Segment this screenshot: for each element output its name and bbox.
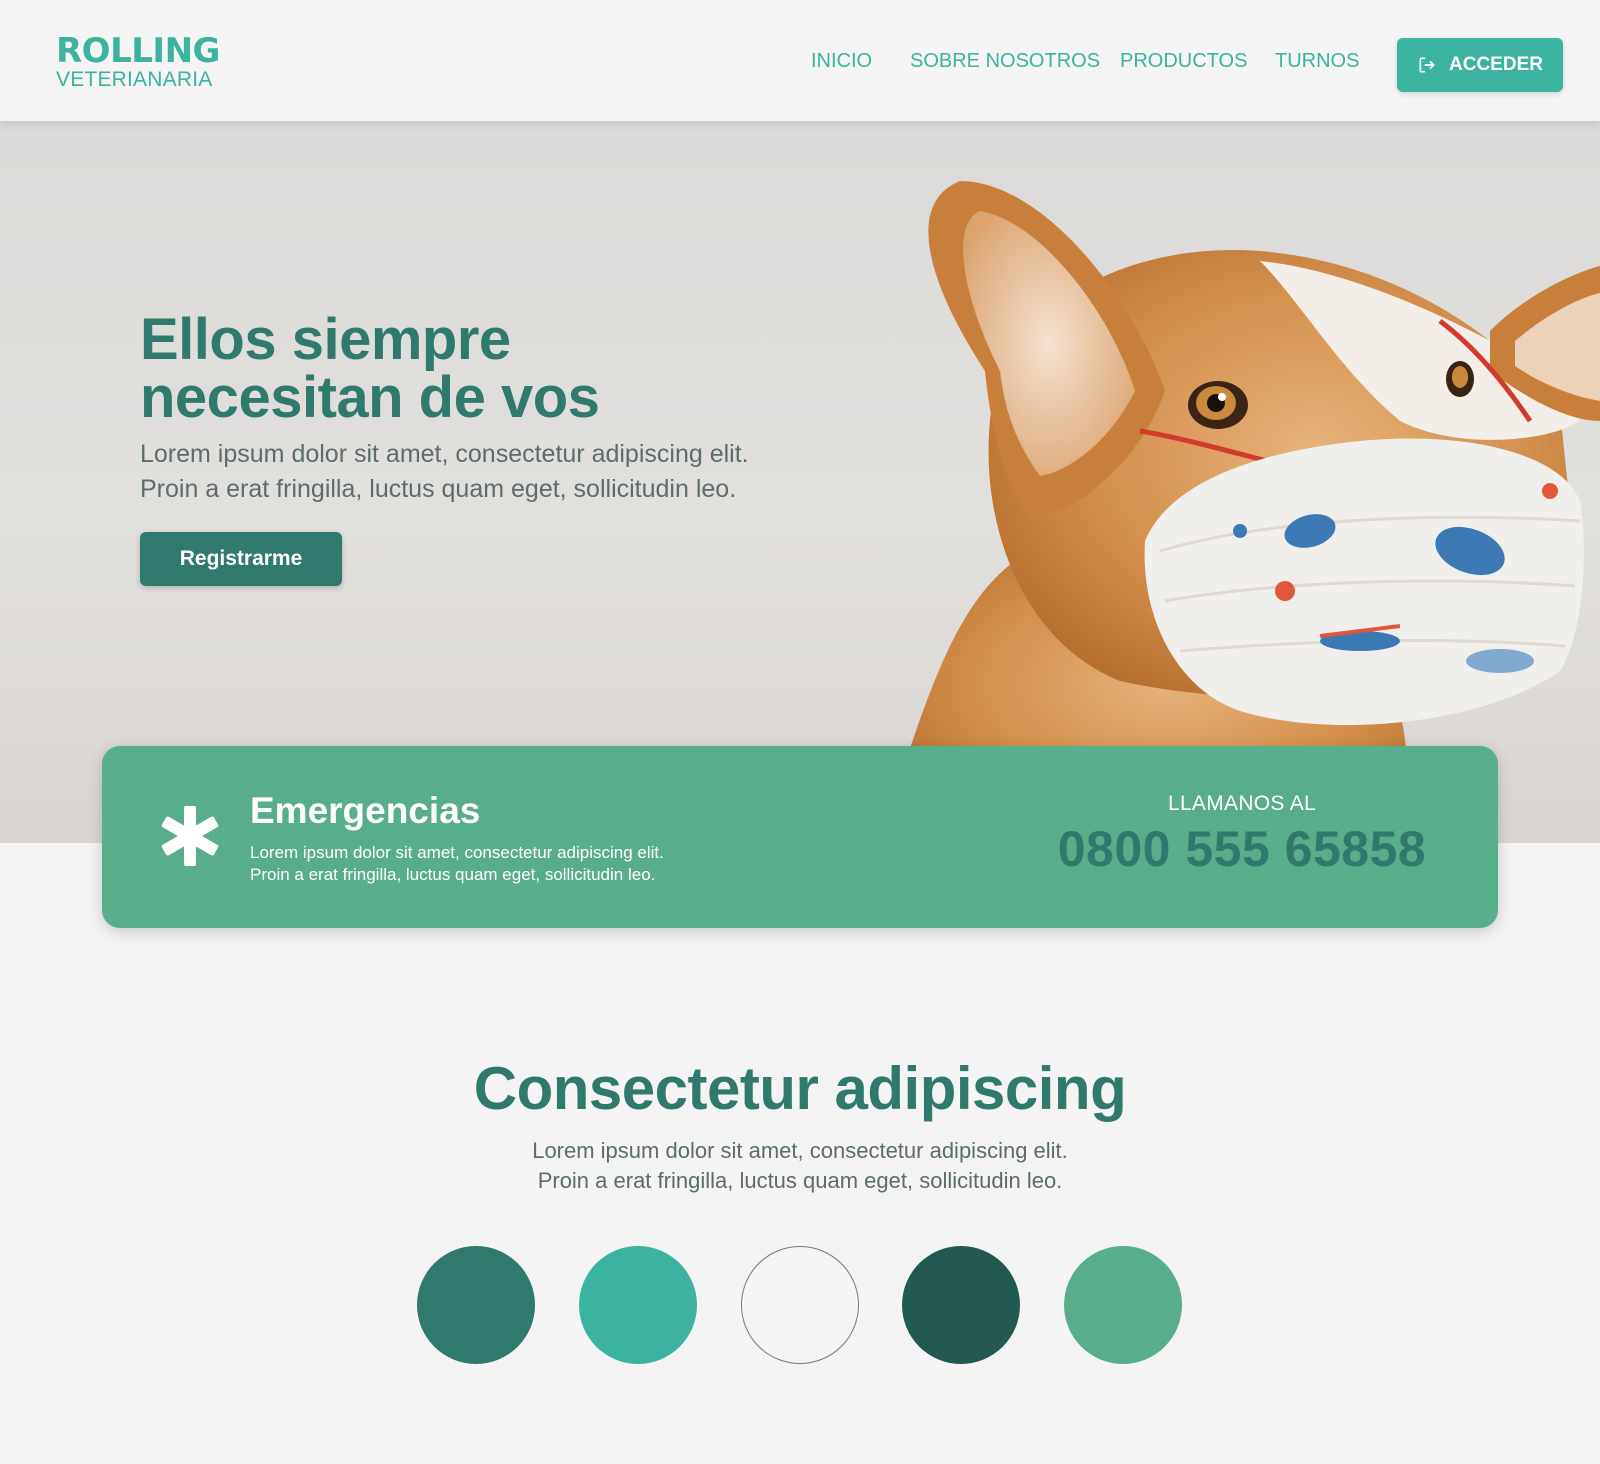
hero-description: Lorem ipsum dolor sit amet, consectetur … <box>140 437 820 507</box>
hero-title-line-2: necesitan de vos <box>140 365 600 430</box>
nav-link-inicio[interactable]: INICIO <box>811 50 872 73</box>
palette-swatch-3 <box>741 1246 859 1364</box>
asterisk-icon <box>161 806 219 866</box>
hero-section: Ellos siempre necesitan de vos Lorem ips… <box>0 121 1600 843</box>
hero-dog-photo <box>880 181 1600 843</box>
section-text-line-2: Proin a erat fringilla, luctus quam eget… <box>537 1168 1063 1193</box>
emergency-title: Emergencias <box>250 790 481 831</box>
section-title: Consectetur adipiscing <box>473 1055 1127 1122</box>
palette-swatch-2 <box>579 1246 697 1364</box>
nav-link-productos[interactable]: PRODUCTOS <box>1120 50 1247 73</box>
hero-title-line-1: Ellos siempre <box>140 307 511 372</box>
hero-text-line-1: Lorem ipsum dolor sit amet, consectetur … <box>140 440 749 468</box>
login-arrow-icon <box>1419 57 1435 73</box>
palette-swatch-4 <box>902 1246 1020 1364</box>
emergency-text-line-2: Proin a erat fringilla, luctus quam eget… <box>250 865 656 884</box>
emergency-phone-number[interactable]: 0800 555 65858 <box>1002 820 1482 878</box>
register-button[interactable]: Registrarme <box>140 532 342 586</box>
login-button-label: ACCEDER <box>1449 54 1543 75</box>
nav-link-sobre-nosotros[interactable]: SOBRE NOSOTROS <box>910 50 1100 73</box>
hero-title: Ellos siempre necesitan de vos <box>140 311 780 427</box>
main-nav: INICIO SOBRE NOSOTROS PRODUCTOS TURNOS <box>0 50 1600 80</box>
section-text-line-1: Lorem ipsum dolor sit amet, consectetur … <box>532 1138 1068 1163</box>
section-description: Lorem ipsum dolor sit amet, consectetur … <box>400 1136 1200 1196</box>
site-header: ROLLING VETERIANARIA INICIO SOBRE NOSOTR… <box>0 0 1600 121</box>
nav-link-turnos[interactable]: TURNOS <box>1275 50 1359 73</box>
palette-swatch-1 <box>417 1246 535 1364</box>
emergency-text-line-1: Lorem ipsum dolor sit amet, consectetur … <box>250 843 664 862</box>
palette-swatch-5 <box>1064 1246 1182 1364</box>
call-label: LLAMANOS AL <box>1167 792 1317 815</box>
hero-text-line-2: Proin a erat fringilla, luctus quam eget… <box>140 475 737 503</box>
color-palette <box>0 1246 1600 1366</box>
emergency-description: Lorem ipsum dolor sit amet, consectetur … <box>250 842 810 886</box>
emergency-card: Emergencias Lorem ipsum dolor sit amet, … <box>102 746 1498 928</box>
login-button[interactable]: ACCEDER <box>1397 38 1563 92</box>
